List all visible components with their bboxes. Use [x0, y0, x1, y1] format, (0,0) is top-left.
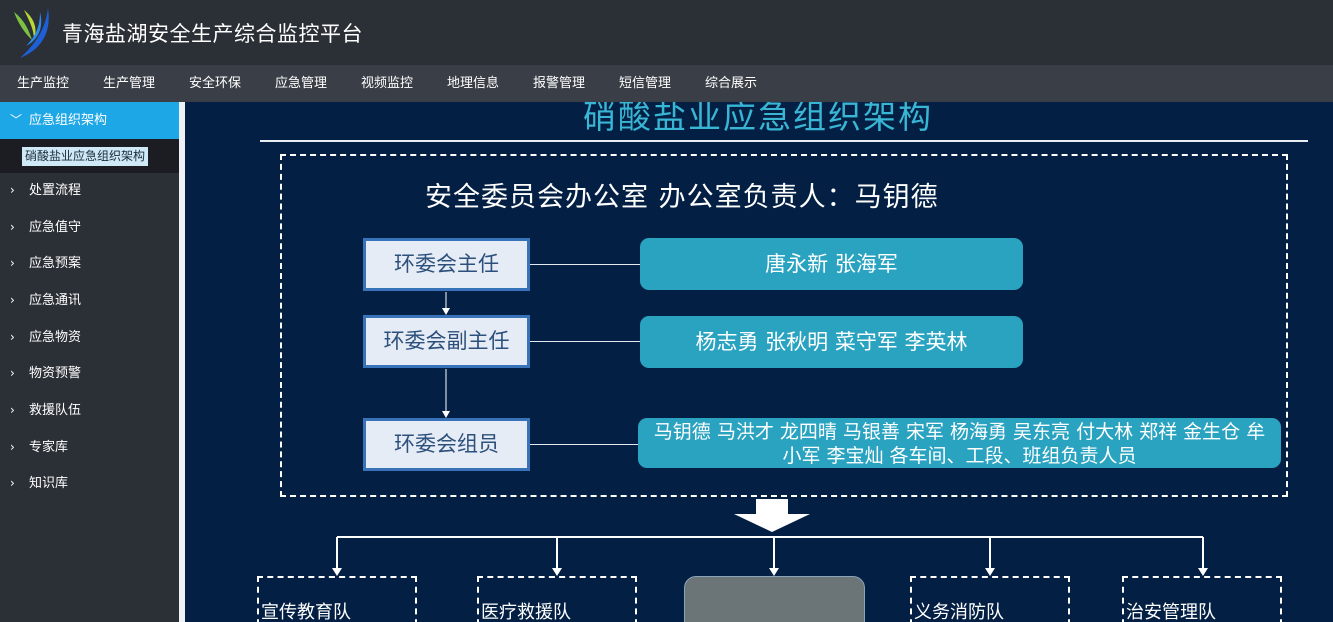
- nav-item-alarm-management[interactable]: 报警管理: [533, 65, 585, 102]
- team-security: 治安管理队: [1122, 576, 1282, 622]
- sidebar-submenu: 硝酸盐业应急组织架构: [0, 139, 179, 173]
- team-medical: 医疗救援队: [477, 576, 637, 622]
- role-deputy-director: 环委会副主任: [363, 315, 530, 368]
- app-title: 青海盐湖安全生产综合监控平台: [62, 22, 363, 46]
- sidebar-item-supplies[interactable]: › 应急物资: [0, 323, 179, 353]
- chevron-right-icon: ›: [10, 330, 15, 344]
- sidebar-item-label: 处置流程: [29, 183, 82, 198]
- nav-item-geo-info[interactable]: 地理信息: [447, 65, 499, 102]
- sidebar-item-label: 应急通讯: [29, 293, 82, 308]
- chevron-right-icon: ›: [10, 220, 15, 234]
- chevron-right-icon: ›: [10, 440, 15, 454]
- sidebar-item-communication[interactable]: › 应急通讯: [0, 286, 179, 316]
- team-label: 宣传教育队: [261, 602, 351, 622]
- nav-item-safety-environment[interactable]: 安全环保: [189, 65, 241, 102]
- sidebar-item-label: 应急物资: [29, 330, 82, 345]
- sidebar-item-label: 知识库: [29, 476, 69, 491]
- org-chart-panel: 硝酸盐业应急组织架构 安全委员会办公室 办公室负责人：马钥德 环委会主任 环委会…: [185, 102, 1333, 622]
- sidebar-item-knowledge[interactable]: › 知识库: [0, 469, 179, 499]
- role-label: 环委会副主任: [366, 318, 527, 365]
- nav-item-dashboard[interactable]: 综合展示: [705, 65, 757, 102]
- sidebar-item-procedure[interactable]: › 处置流程: [0, 176, 179, 206]
- brand-logo-icon: [14, 8, 49, 58]
- sidebar-item-rescue-teams[interactable]: › 救援队伍: [0, 396, 179, 426]
- sidebar-item-duty[interactable]: › 应急值守: [0, 213, 179, 243]
- sidebar-item-plans[interactable]: › 应急预案: [0, 249, 179, 279]
- sidebar-item-label: 救援队伍: [29, 403, 82, 418]
- chevron-right-icon: ›: [10, 256, 15, 270]
- app-root: 青海盐湖安全生产综合监控平台 生产监控 生产管理 安全环保 应急管理 视频监控 …: [0, 0, 1333, 622]
- chevron-right-icon: ›: [10, 183, 15, 197]
- role-label: 环委会主任: [366, 241, 527, 288]
- sidebar-item-supply-warning[interactable]: › 物资预警: [0, 359, 179, 389]
- nav-item-production-monitoring[interactable]: 生产监控: [17, 65, 69, 102]
- app-header: 青海盐湖安全生产综合监控平台: [0, 0, 1333, 65]
- deputy-director-members: 杨志勇 张秋明 菜守军 李英林: [640, 316, 1023, 368]
- top-nav: 生产监控 生产管理 安全环保 应急管理 视频监控 地理信息 报警管理 短信管理 …: [0, 65, 1333, 102]
- nav-item-sms-management[interactable]: 短信管理: [619, 65, 671, 102]
- nav-item-emergency-management[interactable]: 应急管理: [275, 65, 327, 102]
- team-fire: 义务消防队: [910, 576, 1070, 622]
- role-label: 环委会组员: [366, 421, 527, 468]
- sidebar-item-label: 应急组织架构: [29, 113, 108, 128]
- committee-members: 马钥德 马洪才 龙四晴 马银善 宋军 杨海勇 吴东亮 付大林 郑祥 金生仓 牟小…: [638, 418, 1281, 468]
- role-members: 环委会组员: [363, 418, 530, 471]
- sidebar-item-label: 专家库: [29, 440, 69, 455]
- chevron-right-icon: ›: [10, 403, 15, 417]
- director-members: 唐永新 张海军: [640, 238, 1023, 290]
- sidebar-item-label: 应急预案: [29, 256, 82, 271]
- team-label: 治安管理队: [1126, 602, 1216, 622]
- sidebar-item-emergency-org[interactable]: ﹀ 应急组织架构: [0, 102, 179, 139]
- role-director: 环委会主任: [363, 238, 530, 291]
- sidebar-item-label: 应急值守: [29, 220, 82, 235]
- team-publicity: 宣传教育队: [257, 576, 417, 622]
- nav-item-production-management[interactable]: 生产管理: [103, 65, 155, 102]
- sidebar-item-label: 物资预警: [29, 366, 82, 381]
- team-label: 医疗救援队: [481, 602, 571, 622]
- chevron-down-icon: ﹀: [10, 113, 23, 127]
- chevron-right-icon: ›: [10, 366, 15, 380]
- nav-item-video-monitoring[interactable]: 视频监控: [361, 65, 413, 102]
- command-center-block: [684, 576, 865, 622]
- team-label: 义务消防队: [914, 602, 1004, 622]
- chevron-right-icon: ›: [10, 476, 15, 490]
- sidebar-item-experts[interactable]: › 专家库: [0, 433, 179, 463]
- chevron-right-icon: ›: [10, 293, 15, 307]
- sidebar-subitem-nitrate-org[interactable]: 硝酸盐业应急组织架构: [22, 147, 149, 166]
